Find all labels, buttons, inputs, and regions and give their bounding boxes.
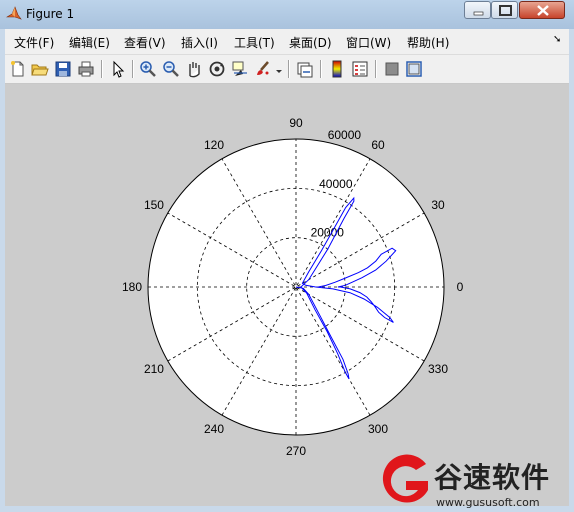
toolbar-separator [320, 60, 322, 78]
legend-icon [352, 61, 368, 77]
figure-canvas: 0 30 60 90 120 150 180 210 240 270 300 330 20000 4000… [5, 84, 569, 506]
open-file-icon [31, 64, 49, 76]
edit-plot-button[interactable] [109, 60, 127, 78]
angle-tick-label: 120 [204, 138, 224, 152]
toolbar [5, 55, 569, 84]
menu-desktop[interactable]: 桌面(D) [289, 34, 332, 51]
maximize-icon [499, 5, 512, 16]
angle-tick-label: 180 [122, 280, 142, 294]
show-plot-tools-button[interactable] [405, 60, 423, 78]
window-title: Figure 1 [26, 7, 75, 21]
matlab-logo-icon [6, 6, 22, 20]
zoom-out-button[interactable] [162, 60, 180, 78]
watermark: 谷速软件 www.gususoft.com [372, 450, 574, 512]
pan-button[interactable] [185, 60, 203, 78]
gususoft-logo-icon [382, 454, 428, 503]
angle-tick-label: 30 [431, 198, 445, 212]
hide-plot-tools-button[interactable] [383, 60, 401, 78]
new-figure-icon [11, 61, 24, 77]
data-cursor-icon [232, 61, 247, 76]
figure-window: Figure 1 文件(F) 编辑(E) 查看(V) 插入(I) 工具(T) 桌… [0, 0, 574, 512]
angle-tick-label: 300 [368, 422, 388, 436]
new-figure-button[interactable] [9, 60, 27, 78]
toolbar-separator [101, 60, 103, 78]
toolbar-separator [375, 60, 377, 78]
open-file-button[interactable] [31, 60, 49, 78]
close-icon [537, 5, 549, 16]
title-bar: Figure 1 [0, 0, 574, 29]
print-button[interactable] [77, 60, 95, 78]
minimize-icon [473, 11, 484, 16]
pan-icon [189, 62, 200, 78]
colorbar-icon [332, 60, 342, 78]
maximize-button[interactable] [491, 1, 518, 19]
radial-tick-label: 40000 [319, 177, 353, 191]
angle-tick-label: 270 [286, 444, 306, 458]
polar-plot: 0306090120150180210240270300330200004000… [122, 116, 464, 458]
brush-dropdown-button[interactable] [275, 60, 283, 78]
save-icon [55, 61, 71, 77]
menu-help[interactable]: 帮助(H) [407, 34, 449, 51]
brush-dropdown-icon [276, 70, 282, 73]
angle-tick-label: 150 [144, 198, 164, 212]
brush-button[interactable] [254, 60, 272, 78]
angle-tick-label: 210 [144, 362, 164, 376]
menu-window[interactable]: 窗口(W) [346, 34, 391, 51]
radial-tick-label: 60000 [328, 128, 362, 142]
angle-tick-label: 60 [371, 138, 385, 152]
legend-button[interactable] [351, 60, 369, 78]
show-plot-tools-icon [406, 61, 422, 77]
minimize-button[interactable] [464, 1, 491, 19]
angle-tick-label: 90 [289, 116, 303, 130]
menu-bar: 文件(F) 编辑(E) 查看(V) 插入(I) 工具(T) 桌面(D) 窗口(W… [5, 29, 569, 55]
close-button[interactable] [519, 1, 565, 19]
watermark-url: www.gususoft.com [436, 496, 540, 509]
angle-tick-label: 240 [204, 422, 224, 436]
link-plot-icon [297, 62, 313, 78]
toolbar-separator [132, 60, 134, 78]
save-button[interactable] [54, 60, 72, 78]
menu-file[interactable]: 文件(F) [14, 34, 54, 51]
link-plot-button[interactable] [296, 60, 314, 78]
data-cursor-button[interactable] [231, 60, 249, 78]
brush-icon [257, 61, 269, 75]
menu-edit[interactable]: 编辑(E) [69, 34, 110, 51]
pointer-icon [113, 60, 125, 78]
menu-insert[interactable]: 插入(I) [181, 34, 218, 51]
rotate-3d-icon [209, 61, 225, 77]
print-icon [78, 61, 94, 77]
angle-tick-label: 330 [428, 362, 448, 376]
toolbar-separator [288, 60, 290, 78]
rotate-3d-button[interactable] [208, 60, 226, 78]
menu-tools[interactable]: 工具(T) [234, 34, 275, 51]
zoom-in-icon [140, 61, 156, 77]
angle-tick-label: 0 [457, 280, 464, 294]
menu-view[interactable]: 查看(V) [124, 34, 166, 51]
zoom-out-icon [163, 61, 179, 77]
zoom-in-button[interactable] [139, 60, 157, 78]
watermark-brand: 谷速软件 [434, 461, 551, 494]
menu-dock-arrow-icon[interactable]: ➘ [553, 34, 561, 45]
hide-plot-tools-icon [385, 62, 399, 76]
colorbar-button[interactable] [328, 60, 346, 78]
